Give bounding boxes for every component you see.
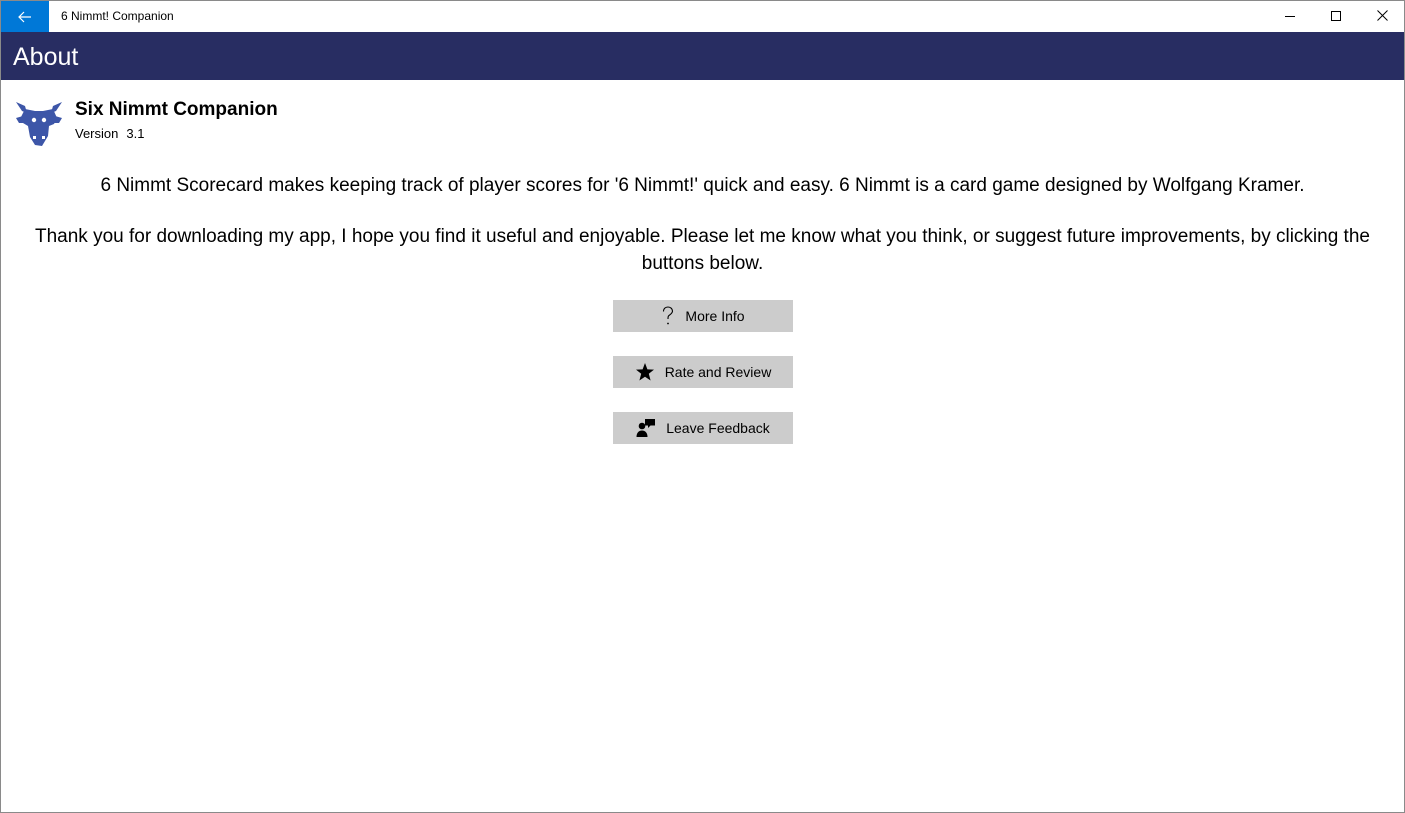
app-description: 6 Nimmt Scorecard makes keeping track of… xyxy=(100,175,1305,196)
leave-feedback-label: Leave Feedback xyxy=(666,420,770,436)
question-icon xyxy=(661,306,675,326)
feedback-icon xyxy=(636,418,656,438)
app-version: Version 3.1 xyxy=(75,126,144,141)
star-icon xyxy=(635,362,655,382)
leave-feedback-button[interactable]: Leave Feedback xyxy=(613,412,793,444)
maximize-button[interactable] xyxy=(1313,1,1359,32)
rate-and-review-label: Rate and Review xyxy=(664,364,772,380)
version-label: Version xyxy=(75,126,119,141)
minimize-button[interactable] xyxy=(1267,1,1313,32)
close-button[interactable] xyxy=(1359,1,1404,32)
page-header: About xyxy=(1,32,1404,80)
app-window: 6 Nimmt! Companion About Six Nimmt Compa… xyxy=(0,0,1405,813)
close-icon xyxy=(1376,8,1388,26)
more-info-label: More Info xyxy=(685,308,745,324)
more-info-button[interactable]: More Info xyxy=(613,300,793,332)
version-number: 3.1 xyxy=(126,126,145,141)
minimize-icon xyxy=(1285,8,1295,26)
page-title: About xyxy=(13,43,79,71)
thank-you-message: Thank you for downloading my app, I hope… xyxy=(35,226,1370,274)
app-name: Six Nimmt Companion xyxy=(75,99,278,120)
back-arrow-icon xyxy=(18,11,32,23)
back-button[interactable] xyxy=(1,1,49,32)
maximize-icon xyxy=(1331,8,1341,26)
rate-and-review-button[interactable]: Rate and Review xyxy=(613,356,793,388)
bull-head-icon xyxy=(13,96,65,148)
title-bar: 6 Nimmt! Companion xyxy=(1,1,1404,32)
window-title: 6 Nimmt! Companion xyxy=(61,9,174,23)
